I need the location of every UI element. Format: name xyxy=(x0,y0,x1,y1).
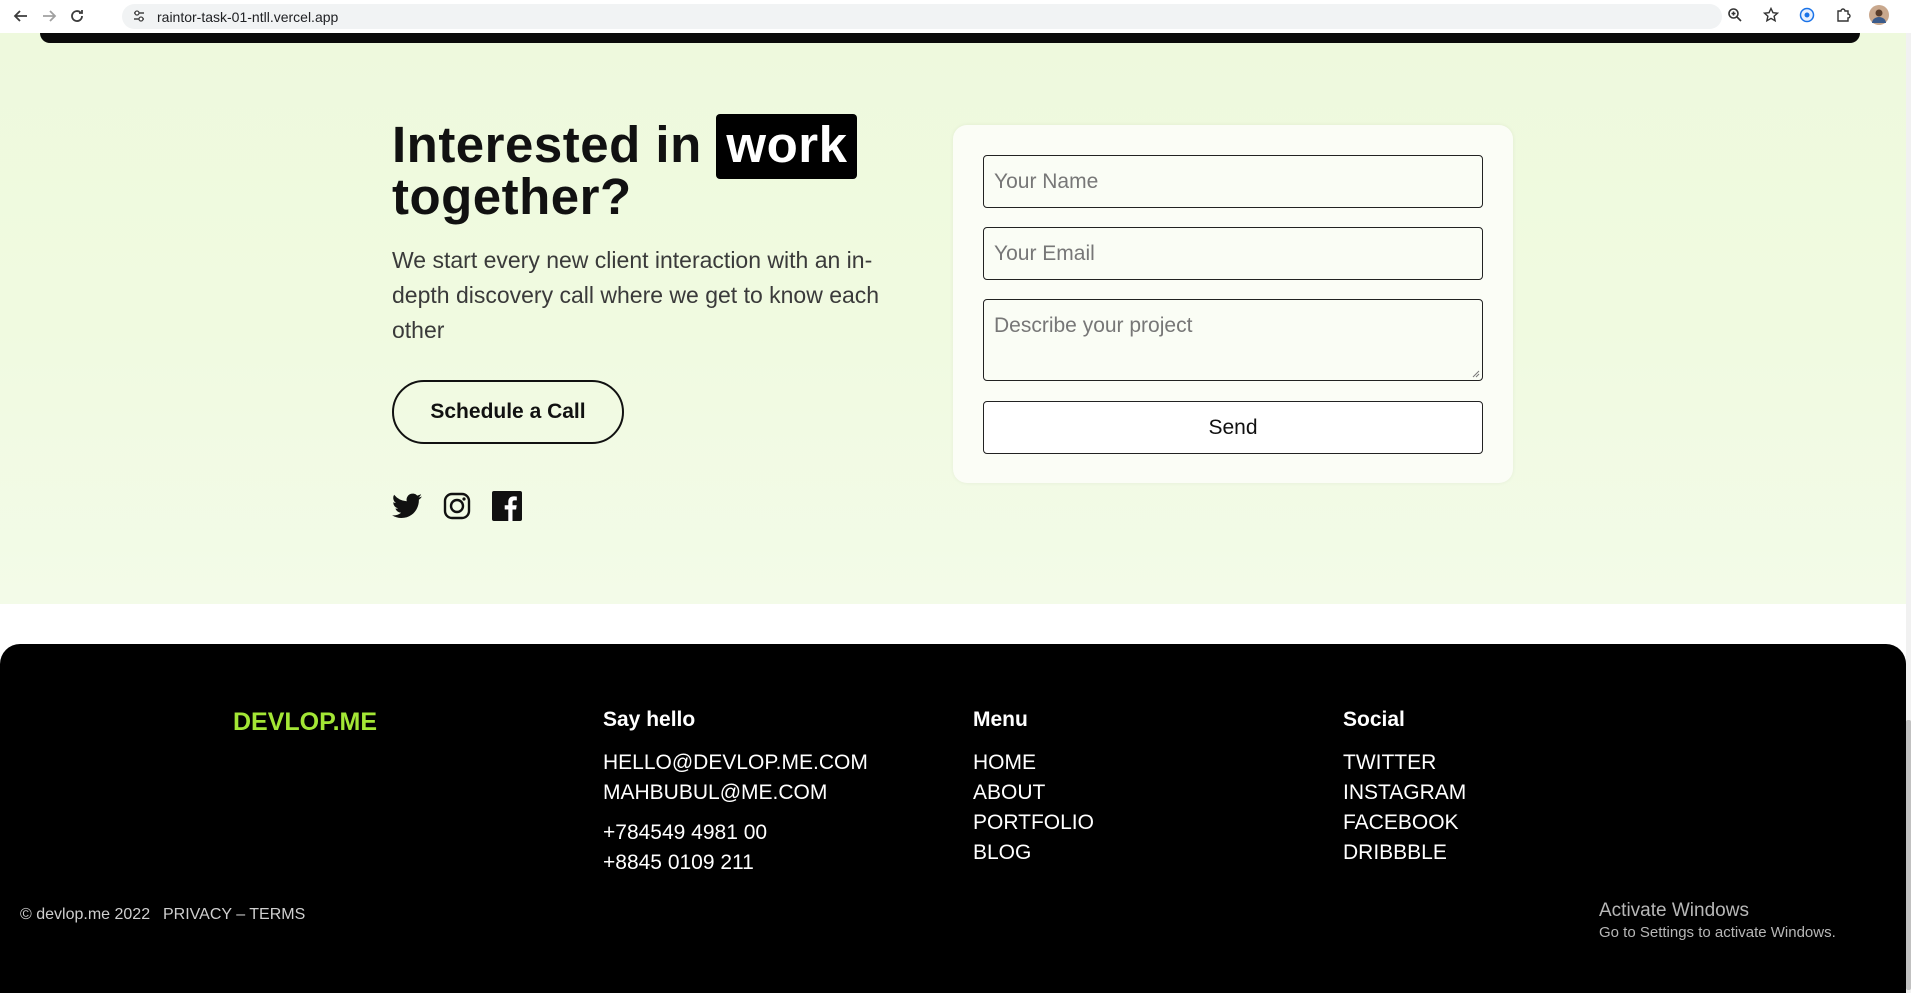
facebook-icon[interactable] xyxy=(492,491,522,521)
phone-link[interactable]: +784549 4981 00 xyxy=(603,818,868,848)
social-column: Social TWITTER INSTAGRAM FACEBOOK DRIBBB… xyxy=(1343,708,1466,868)
email-placeholder: Your Email xyxy=(994,241,1095,265)
page-content: Interested in work together? We start ev… xyxy=(0,33,1911,993)
forward-icon[interactable] xyxy=(36,3,62,29)
headline-part2: together? xyxy=(392,168,632,225)
phone-link[interactable]: +8845 0109 211 xyxy=(603,848,868,878)
menu-item-home[interactable]: HOME xyxy=(973,748,1094,778)
social-icons xyxy=(392,491,522,521)
bookmark-star-icon[interactable] xyxy=(1759,3,1783,27)
address-bar[interactable]: raintor-task-01-ntll.vercel.app xyxy=(122,4,1722,29)
browser-toolbar: raintor-task-01-ntll.vercel.app xyxy=(0,0,1911,33)
reload-icon[interactable] xyxy=(64,3,90,29)
name-placeholder: Your Name xyxy=(994,169,1099,193)
privacy-terms-link[interactable]: PRIVACY – TERMS xyxy=(163,906,305,924)
page-title: Interested in work together? xyxy=(392,114,912,225)
scrollbar-thumb[interactable] xyxy=(1906,720,1911,990)
menu-item-about[interactable]: ABOUT xyxy=(973,778,1094,808)
menu-column: Menu HOME ABOUT PORTFOLIO BLOG xyxy=(973,708,1094,868)
watermark-subtitle: Go to Settings to activate Windows. xyxy=(1599,924,1836,941)
back-icon[interactable] xyxy=(8,3,34,29)
watermark-title: Activate Windows xyxy=(1599,900,1749,921)
project-description-textarea[interactable]: Describe your project xyxy=(983,299,1483,381)
project-placeholder: Describe your project xyxy=(994,314,1193,337)
say-hello-column: Say hello HELLO@DEVLOP.ME.COM MAHBUBUL@M… xyxy=(603,708,868,878)
email-link[interactable]: MAHBUBUL@ME.COM xyxy=(603,778,868,808)
headline-part1: Interested in xyxy=(392,116,717,173)
profile-avatar[interactable] xyxy=(1867,3,1891,27)
twitter-icon[interactable] xyxy=(392,491,422,521)
url-text: raintor-task-01-ntll.vercel.app xyxy=(157,8,339,25)
windows-activation-watermark: Activate Windows Go to Settings to activ… xyxy=(1599,900,1836,941)
menu-title: Menu xyxy=(973,708,1028,731)
social-link-facebook[interactable]: FACEBOOK xyxy=(1343,808,1466,838)
name-input[interactable]: Your Name xyxy=(983,155,1483,208)
menu-item-blog[interactable]: BLOG xyxy=(973,838,1094,868)
extension-badge-icon[interactable] xyxy=(1795,3,1819,27)
hero-description: We start every new client interaction wi… xyxy=(392,247,880,343)
social-link-twitter[interactable]: TWITTER xyxy=(1343,748,1466,778)
say-hello-title: Say hello xyxy=(603,708,696,731)
site-info-icon[interactable] xyxy=(132,9,146,23)
headline-highlight: work xyxy=(716,114,858,179)
extensions-puzzle-icon[interactable] xyxy=(1831,3,1855,27)
section-divider xyxy=(40,33,1860,43)
social-link-dribbble[interactable]: DRIBBBLE xyxy=(1343,838,1466,868)
copyright-text: © devlop.me 2022 xyxy=(20,906,151,923)
footer-brand-logo[interactable]: DEVLOP.ME xyxy=(233,708,377,737)
zoom-icon[interactable] xyxy=(1723,3,1747,27)
send-button[interactable]: Send xyxy=(983,401,1483,454)
resize-handle-icon[interactable] xyxy=(1470,368,1480,378)
menu-item-portfolio[interactable]: PORTFOLIO xyxy=(973,808,1094,838)
social-title: Social xyxy=(1343,708,1405,731)
contact-form: Your Name Your Email Describe your proje… xyxy=(953,125,1513,483)
schedule-call-button[interactable]: Schedule a Call xyxy=(392,380,624,444)
contact-section: Interested in work together? We start ev… xyxy=(0,33,1911,604)
email-input[interactable]: Your Email xyxy=(983,227,1483,280)
instagram-icon[interactable] xyxy=(442,491,472,521)
email-link[interactable]: HELLO@DEVLOP.ME.COM xyxy=(603,748,868,778)
social-link-instagram[interactable]: INSTAGRAM xyxy=(1343,778,1466,808)
